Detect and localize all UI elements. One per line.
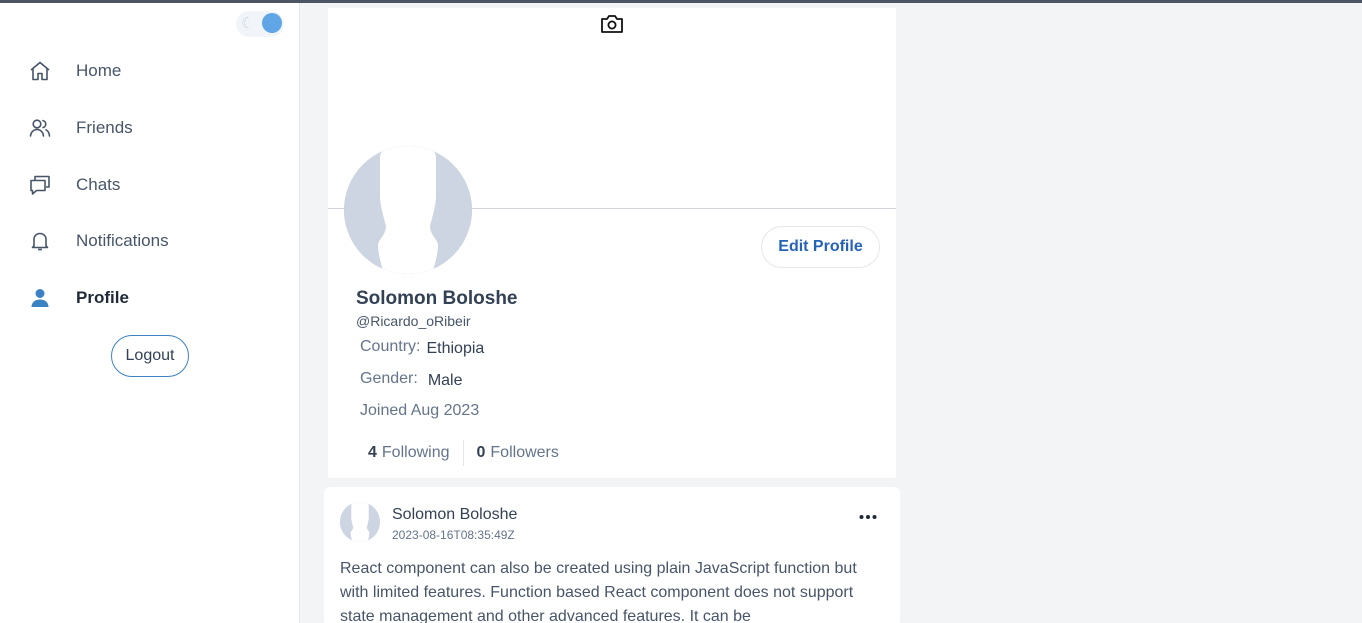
gender-label: Gender: — [360, 370, 418, 387]
country-value: Ethiopia — [426, 340, 485, 357]
sidebar-item-label: Home — [76, 61, 122, 80]
profile-handle: @Ricardo_oRibeir — [356, 313, 471, 329]
profile-card: Edit Profile Solomon Boloshe @Ricardo_oR… — [328, 8, 896, 478]
bell-icon — [28, 229, 52, 253]
followers-label: Followers — [490, 444, 559, 461]
home-icon — [28, 59, 52, 83]
avatar[interactable] — [340, 502, 380, 542]
post-timestamp: 2023-08-16T08:35:49Z — [392, 528, 515, 542]
followers-count: 0 — [476, 444, 486, 461]
sidebar-item-label: Friends — [76, 118, 133, 137]
country-row: Country: Ethiopia — [360, 338, 485, 357]
logout-button[interactable]: Logout — [111, 335, 189, 377]
sidebar: ☾ Home Friends Chats Notifications Profi… — [0, 3, 300, 623]
user-icon — [28, 286, 52, 310]
post-body: React component can also be created usin… — [340, 560, 857, 623]
country-label: Country: — [360, 338, 421, 355]
profile-avatar[interactable] — [344, 146, 472, 274]
sidebar-item-friends[interactable]: Friends — [28, 108, 278, 148]
sidebar-item-label: Notifications — [76, 231, 169, 250]
following-count: 4 — [368, 444, 377, 461]
sidebar-item-profile[interactable]: Profile — [28, 278, 278, 318]
profile-name: Solomon Boloshe — [356, 288, 518, 309]
gender-row: Gender: Male — [360, 370, 463, 389]
toggle-knob — [262, 13, 282, 33]
camera-icon[interactable] — [600, 14, 624, 34]
sidebar-item-label: Chats — [76, 175, 121, 194]
followers-stat[interactable]: 0 Followers — [477, 444, 559, 462]
sidebar-item-notifications[interactable]: Notifications — [28, 221, 278, 261]
post-author[interactable]: Solomon Boloshe — [392, 506, 517, 524]
sidebar-item-chats[interactable]: Chats — [28, 165, 278, 205]
gender-value: Male — [427, 372, 463, 389]
joined-date: Joined Aug 2023 — [360, 402, 480, 419]
post-card: Solomon Boloshe 2023-08-16T08:35:49Z Rea… — [324, 487, 900, 623]
users-icon — [28, 116, 52, 140]
edit-profile-button[interactable]: Edit Profile — [761, 226, 880, 268]
sidebar-item-home[interactable]: Home — [28, 51, 278, 91]
stats-divider — [462, 440, 464, 466]
moon-icon: ☾ — [241, 15, 255, 32]
more-options-icon[interactable] — [858, 507, 878, 527]
following-label: Following — [381, 444, 450, 461]
chat-icon — [28, 173, 52, 197]
sidebar-item-label: Profile — [76, 288, 129, 307]
following-stat[interactable]: 4 Following — [368, 444, 450, 462]
follow-stats: 4 Following 0 Followers — [368, 440, 559, 466]
theme-toggle[interactable]: ☾ — [236, 11, 284, 37]
